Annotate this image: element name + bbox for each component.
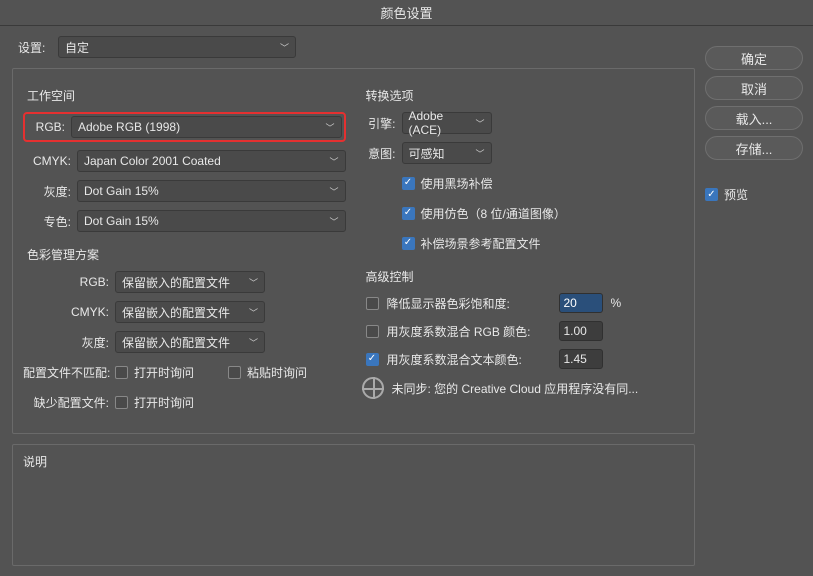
pol-missing-label: 缺少配置文件: — [23, 394, 109, 411]
workspace-conversion-group: 工作空间 RGB: Adobe RGB (1998)﹀ CMYK: Japan … — [12, 68, 695, 434]
blend-rgb-label: 用灰度系数混合 RGB 颜色: — [387, 323, 551, 340]
policies-legend: 色彩管理方案 — [27, 246, 346, 263]
dither-checkbox[interactable] — [402, 207, 415, 220]
ws-spot-label: 专色: — [23, 213, 71, 230]
desaturate-label: 降低显示器色彩饱和度: — [387, 295, 551, 312]
save-button[interactable]: 存储... — [705, 136, 803, 160]
pol-cmyk-select[interactable]: 保留嵌入的配置文件﹀ — [115, 301, 265, 323]
ws-cmyk-label: CMYK: — [23, 154, 71, 168]
mismatch-paste-checkbox[interactable] — [228, 366, 241, 379]
blend-rgb-checkbox[interactable] — [366, 325, 379, 338]
convert-legend: 转换选项 — [366, 87, 685, 104]
engine-select[interactable]: Adobe (ACE)﹀ — [402, 112, 492, 134]
ws-spot-select[interactable]: Dot Gain 15%﹀ — [77, 210, 346, 232]
blackpoint-checkbox[interactable] — [402, 177, 415, 190]
description-box: 说明 — [12, 444, 695, 566]
blend-text-field[interactable]: 1.45 — [559, 349, 603, 369]
intent-select[interactable]: 可感知﹀ — [402, 142, 492, 164]
chevron-down-icon: ﹀ — [249, 306, 258, 319]
chevron-down-icon: ﹀ — [249, 276, 258, 289]
ws-cmyk-select[interactable]: Japan Color 2001 Coated﹀ — [77, 150, 346, 172]
dialog-title: 颜色设置 — [0, 0, 813, 26]
blend-rgb-field[interactable]: 1.00 — [559, 321, 603, 341]
desaturate-unit: % — [611, 296, 622, 310]
preview-label: 预览 — [724, 186, 748, 203]
ws-gray-label: 灰度: — [23, 183, 71, 200]
advanced-legend: 高级控制 — [366, 268, 685, 285]
ws-rgb-label: RGB: — [27, 120, 65, 134]
chevron-down-icon: ﹀ — [329, 215, 338, 228]
workspace-legend: 工作空间 — [27, 87, 346, 104]
pol-rgb-label: RGB: — [23, 275, 109, 289]
settings-select[interactable]: 自定﹀ — [58, 36, 296, 58]
settings-label: 设置: — [18, 39, 52, 56]
chevron-down-icon: ﹀ — [475, 117, 484, 130]
pol-rgb-select[interactable]: 保留嵌入的配置文件﹀ — [115, 271, 265, 293]
chevron-down-icon: ﹀ — [475, 147, 484, 160]
ws-gray-select[interactable]: Dot Gain 15%﹀ — [77, 180, 346, 202]
load-button[interactable]: 载入... — [705, 106, 803, 130]
chevron-down-icon: ﹀ — [329, 155, 338, 168]
preview-checkbox[interactable] — [705, 188, 718, 201]
pol-gray-label: 灰度: — [23, 334, 109, 351]
intent-label: 意图: — [362, 145, 396, 162]
sync-status-icon — [362, 377, 384, 399]
description-label: 说明 — [23, 455, 47, 469]
ws-rgb-select[interactable]: Adobe RGB (1998)﹀ — [71, 116, 342, 138]
sync-status-text: 未同步: 您的 Creative Cloud 应用程序没有同... — [392, 380, 639, 397]
blend-text-label: 用灰度系数混合文本颜色: — [387, 351, 551, 368]
scene-checkbox[interactable] — [402, 237, 415, 250]
mismatch-paste-label: 粘贴时询问 — [247, 364, 307, 381]
chevron-down-icon: ﹀ — [280, 41, 289, 54]
rgb-highlight: RGB: Adobe RGB (1998)﹀ — [23, 112, 346, 142]
chevron-down-icon: ﹀ — [249, 336, 258, 349]
dither-label: 使用仿色（8 位/通道图像） — [421, 205, 566, 222]
mismatch-open-label: 打开时询问 — [134, 364, 194, 381]
missing-open-label: 打开时询问 — [134, 394, 194, 411]
pol-cmyk-label: CMYK: — [23, 305, 109, 319]
mismatch-open-checkbox[interactable] — [115, 366, 128, 379]
blend-text-checkbox[interactable] — [366, 353, 379, 366]
scene-label: 补偿场景参考配置文件 — [421, 235, 541, 252]
missing-open-checkbox[interactable] — [115, 396, 128, 409]
pol-gray-select[interactable]: 保留嵌入的配置文件﹀ — [115, 331, 265, 353]
chevron-down-icon: ﹀ — [325, 121, 334, 134]
desaturate-checkbox[interactable] — [366, 297, 379, 310]
cancel-button[interactable]: 取消 — [705, 76, 803, 100]
ok-button[interactable]: 确定 — [705, 46, 803, 70]
chevron-down-icon: ﹀ — [329, 185, 338, 198]
engine-label: 引擎: — [362, 115, 396, 132]
blackpoint-label: 使用黑场补偿 — [421, 175, 493, 192]
pol-mismatch-label: 配置文件不匹配: — [23, 364, 109, 381]
desaturate-field[interactable]: 20 — [559, 293, 603, 313]
